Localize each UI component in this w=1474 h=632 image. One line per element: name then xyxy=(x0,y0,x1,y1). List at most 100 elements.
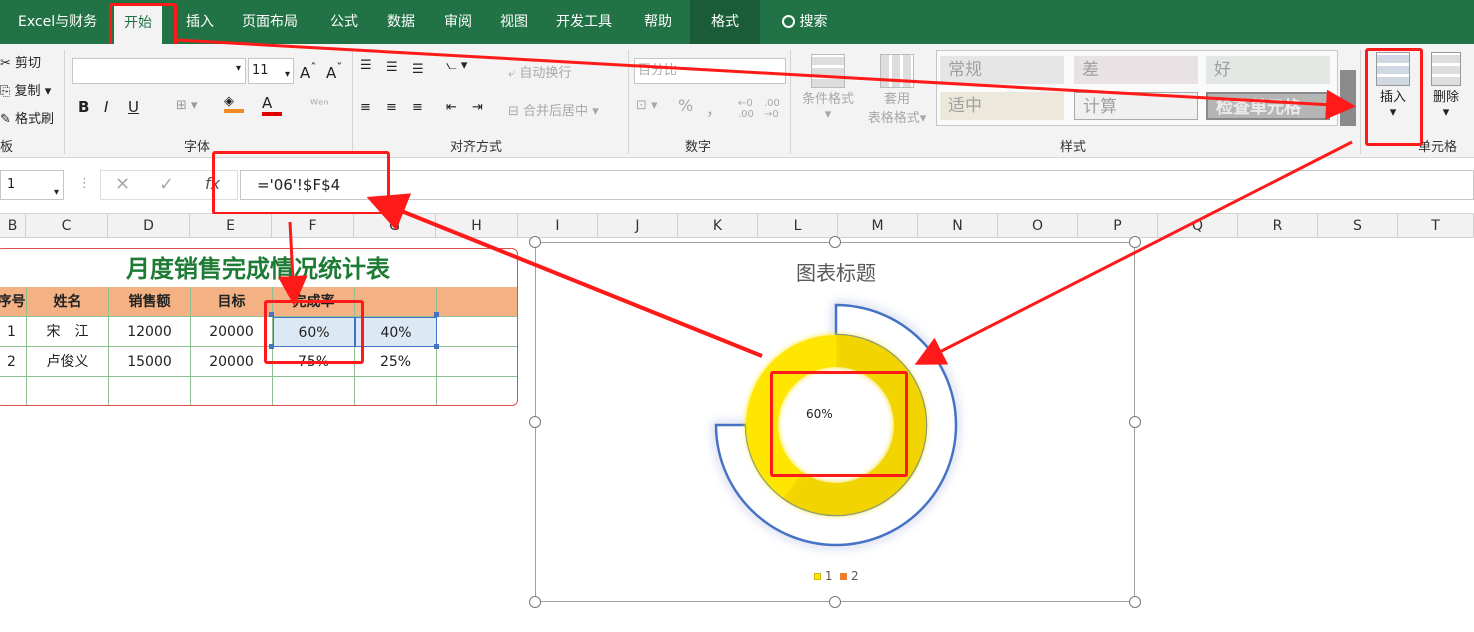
cut-button[interactable]: ✂ 剪切 xyxy=(0,52,41,71)
column-header[interactable]: G xyxy=(354,214,436,238)
header-cell[interactable] xyxy=(355,287,437,317)
table-cell[interactable] xyxy=(437,377,517,405)
resize-handle[interactable] xyxy=(529,596,541,608)
tab-page-layout[interactable]: 页面布局 xyxy=(232,0,308,44)
column-header[interactable]: Q xyxy=(1158,214,1238,238)
table-cell[interactable]: 宋 江 xyxy=(27,317,109,347)
column-header[interactable]: B xyxy=(0,214,26,238)
delete-cells-button[interactable]: 删除 ▾ xyxy=(1426,52,1466,120)
tab-developer[interactable]: 开发工具 xyxy=(546,0,622,44)
style-good[interactable]: 好 xyxy=(1206,56,1330,84)
column-header[interactable]: S xyxy=(1318,214,1398,238)
table-cell-selected[interactable]: 40% xyxy=(355,317,437,347)
table-cell[interactable] xyxy=(191,377,273,405)
tab-help[interactable]: 帮助 xyxy=(634,0,682,44)
bold-button[interactable]: B xyxy=(78,98,89,116)
percent-style-button[interactable]: % xyxy=(678,96,693,115)
tab-data[interactable]: 数据 xyxy=(377,0,425,44)
resize-handle[interactable] xyxy=(529,416,541,428)
font-size-input[interactable]: 11 ▾ xyxy=(248,58,294,84)
gallery-scrollbar[interactable] xyxy=(1340,70,1356,126)
conditional-format-button[interactable]: 条件格式 ▾ xyxy=(798,54,858,122)
column-header[interactable]: J xyxy=(598,214,678,238)
align-center-icon[interactable]: ≡ xyxy=(386,100,397,115)
column-header[interactable]: K xyxy=(678,214,758,238)
table-cell[interactable]: 25% xyxy=(355,347,437,377)
resize-handle[interactable] xyxy=(829,596,841,608)
formula-input[interactable]: ='06'!$F$4 xyxy=(240,170,1474,200)
style-bad[interactable]: 差 xyxy=(1074,56,1198,84)
column-header[interactable]: L xyxy=(758,214,838,238)
table-cell[interactable] xyxy=(0,377,27,405)
tab-formulas[interactable]: 公式 xyxy=(320,0,368,44)
resize-handle[interactable] xyxy=(1129,596,1141,608)
tab-review[interactable]: 审阅 xyxy=(434,0,482,44)
table-cell[interactable]: 2 xyxy=(0,347,27,377)
increase-decimal-icon[interactable]: ←0.00 xyxy=(738,98,754,120)
style-normal[interactable]: 常规 xyxy=(940,56,1064,84)
resize-handle[interactable] xyxy=(829,236,841,248)
tab-view[interactable]: 视图 xyxy=(490,0,538,44)
wrap-text-button[interactable]: ⤶ 自动换行 xyxy=(508,62,571,81)
font-name-input[interactable]: ▾ xyxy=(72,58,246,84)
name-box[interactable]: 1 ▾ xyxy=(0,170,64,200)
column-header[interactable]: T xyxy=(1398,214,1474,238)
underline-button[interactable]: U xyxy=(128,98,139,116)
decrease-font-button[interactable]: Aˇ xyxy=(326,60,343,82)
table-cell[interactable] xyxy=(273,377,355,405)
column-header[interactable]: F xyxy=(272,214,354,238)
border-button[interactable]: ⊞ ▾ xyxy=(176,98,198,113)
table-cell[interactable]: 20000 xyxy=(191,317,273,347)
table-cell[interactable] xyxy=(355,377,437,405)
header-cell[interactable]: 序号 xyxy=(0,287,27,317)
accounting-format-icon[interactable]: ⊡ ▾ xyxy=(636,98,658,113)
header-cell[interactable] xyxy=(437,287,517,317)
phonetic-icon[interactable]: ᵂᵉⁿ xyxy=(310,98,329,113)
table-cell[interactable]: 20000 xyxy=(191,347,273,377)
table-cell[interactable]: 卢俊义 xyxy=(27,347,109,377)
fill-color-button[interactable]: ◈ xyxy=(224,94,244,113)
font-color-button[interactable]: A xyxy=(262,94,282,116)
column-header[interactable]: E xyxy=(190,214,272,238)
decrease-decimal-icon[interactable]: .00 →0 xyxy=(764,98,780,120)
tab-format[interactable]: 格式 xyxy=(690,0,760,44)
increase-font-button[interactable]: Aˆ xyxy=(300,60,317,82)
italic-button[interactable]: I xyxy=(104,98,108,116)
format-painter-button[interactable]: ✎ 格式刷 xyxy=(0,108,54,127)
header-cell[interactable]: 姓名 xyxy=(27,287,109,317)
style-check-cell[interactable]: 检查单元格 xyxy=(1206,92,1330,120)
chart-legend[interactable]: 1 2 xyxy=(814,569,859,583)
column-header[interactable]: M xyxy=(838,214,918,238)
align-bottom-icon[interactable]: ☰ xyxy=(412,62,424,77)
increase-indent-icon[interactable]: ⇥ xyxy=(472,100,483,115)
table-cell[interactable] xyxy=(437,347,517,377)
align-top-icon[interactable]: ☰ xyxy=(360,58,372,73)
column-header[interactable]: P xyxy=(1078,214,1158,238)
selection-handle[interactable] xyxy=(434,312,439,317)
number-format-dropdown[interactable]: 百分比 xyxy=(634,58,786,84)
column-header[interactable]: O xyxy=(998,214,1078,238)
column-header[interactable]: D xyxy=(108,214,190,238)
cancel-icon[interactable]: ✕ xyxy=(115,174,130,195)
align-middle-icon[interactable]: ☰ xyxy=(386,60,398,75)
table-cell[interactable]: 15000 xyxy=(109,347,191,377)
table-cell[interactable] xyxy=(27,377,109,405)
column-header[interactable]: H xyxy=(436,214,518,238)
align-right-icon[interactable]: ≡ xyxy=(412,100,423,115)
align-left-icon[interactable]: ≡ xyxy=(360,100,371,115)
tab-insert[interactable]: 插入 xyxy=(176,0,224,44)
decrease-indent-icon[interactable]: ⇤ xyxy=(446,100,457,115)
selection-handle[interactable] xyxy=(434,344,439,349)
resize-handle[interactable] xyxy=(1129,236,1141,248)
copy-button[interactable]: ⎘ 复制 ▾ xyxy=(0,80,51,99)
format-as-table-button[interactable]: 套用 表格格式▾ xyxy=(862,54,932,126)
merge-center-button[interactable]: ⊟ 合并后居中 ▾ xyxy=(508,100,599,119)
table-cell[interactable] xyxy=(109,377,191,405)
resize-handle[interactable] xyxy=(1129,416,1141,428)
enter-icon[interactable]: ✓ xyxy=(159,174,174,195)
header-cell[interactable]: 目标 xyxy=(191,287,273,317)
style-neutral[interactable]: 适中 xyxy=(940,92,1064,120)
column-header[interactable]: N xyxy=(918,214,998,238)
resize-handle[interactable] xyxy=(529,236,541,248)
table-cell[interactable]: 12000 xyxy=(109,317,191,347)
